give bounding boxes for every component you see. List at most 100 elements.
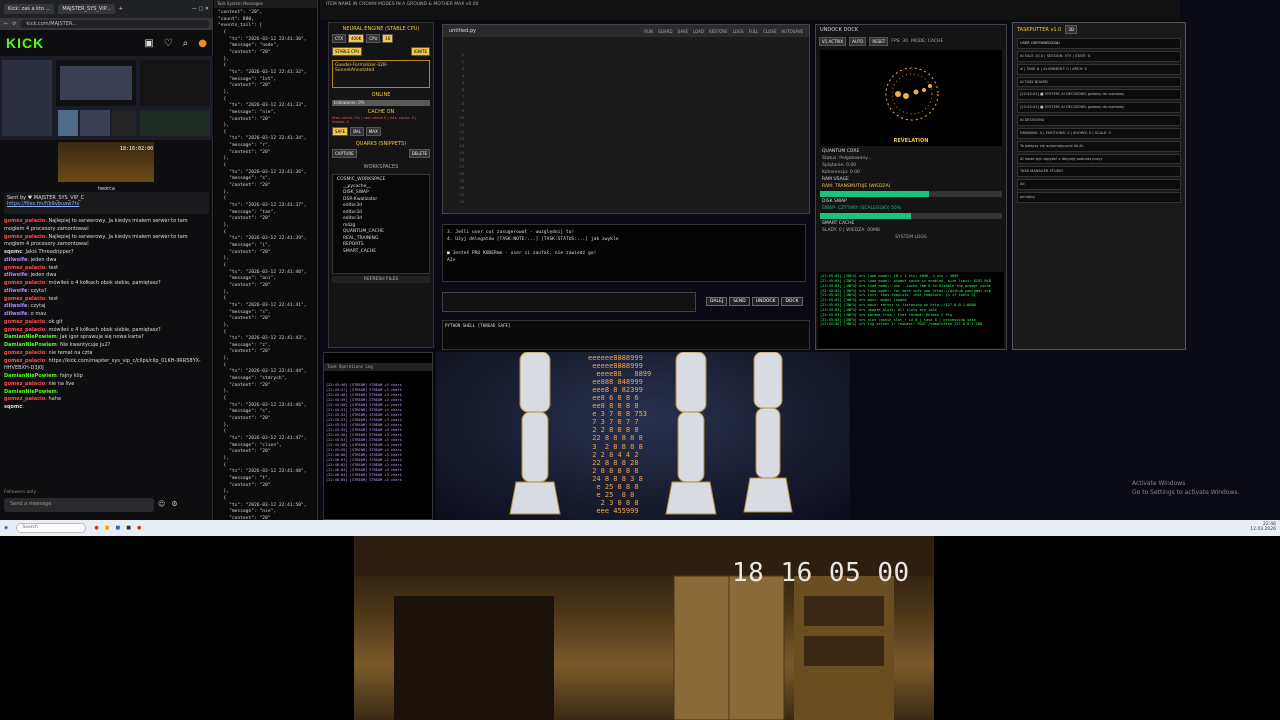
stable-cpu-button[interactable]: STABLE CPU bbox=[332, 47, 363, 56]
taskputter-user-alert: USER ODPOWIEDZIAŁ! bbox=[1017, 38, 1181, 49]
taskputter-row[interactable]: TASK MANAGER STUDIO bbox=[1017, 166, 1181, 178]
undock-button[interactable]: UNDOCK bbox=[751, 297, 780, 306]
chat-username[interactable]: gomez_palacio bbox=[4, 358, 45, 364]
refresh-files-button[interactable]: REFRESH FILES bbox=[332, 276, 430, 283]
editor-file-tab[interactable]: untitled.py bbox=[449, 28, 476, 34]
chat-username[interactable]: zlilwolfe bbox=[4, 311, 27, 317]
emoji-icon[interactable]: ☺ bbox=[158, 500, 165, 508]
taskputter-3d-badge[interactable]: 3D bbox=[1065, 25, 1077, 34]
terminal-icon[interactable]: ■ bbox=[126, 525, 131, 531]
ignite-button[interactable]: IGNITE bbox=[410, 47, 430, 56]
taskputter-row[interactable]: To połączy się automatycznie do AI bbox=[1017, 140, 1181, 152]
editor-menu-item[interactable]: SAVE bbox=[678, 29, 688, 34]
chat-username[interactable]: zlilwolfe bbox=[4, 272, 27, 278]
ai-prompt-input[interactable] bbox=[442, 292, 696, 312]
chat-username[interactable]: gomez_palacio bbox=[4, 396, 45, 402]
heart-icon[interactable]: ♡ bbox=[164, 38, 173, 49]
send-button[interactable]: SEND bbox=[729, 297, 750, 306]
kick-logo[interactable]: KICK bbox=[6, 35, 44, 51]
chat-username[interactable]: sqomc bbox=[4, 404, 22, 410]
taskputter-row[interactable]: All bbox=[1017, 179, 1181, 191]
back-icon[interactable]: ← bbox=[4, 21, 8, 27]
pinned-link[interactable]: https://files.fm/f/b9vbuaw7tv bbox=[7, 201, 79, 207]
search-icon[interactable]: ⌕ bbox=[183, 38, 189, 49]
editor-tabbar: untitled.py RUN GUARD SAVE LOAD RESTORE LOGS F… bbox=[443, 25, 809, 37]
taskputter-row[interactable]: AI TASK BOARD bbox=[1017, 76, 1181, 88]
app-icon[interactable]: ■ bbox=[115, 525, 120, 531]
dock-button[interactable]: DOCK bbox=[781, 297, 803, 306]
reset-button[interactable]: RESET bbox=[869, 37, 889, 46]
chat-username[interactable]: gomez_palacio bbox=[4, 327, 45, 333]
chat-username[interactable]: sqomc bbox=[4, 249, 22, 255]
chat-username[interactable]: gomez_palacio bbox=[4, 265, 45, 271]
chat-username[interactable]: DamianNiePowiem bbox=[4, 334, 57, 340]
chat-username[interactable]: zlilwolfe bbox=[4, 288, 27, 294]
editor-menu-item[interactable]: AUTOSAVE bbox=[781, 29, 803, 34]
chip-ctx-value[interactable]: 400K bbox=[347, 34, 365, 43]
delete-button[interactable]: DELETE bbox=[408, 149, 430, 158]
editor-menu-item[interactable]: FULL bbox=[749, 29, 759, 34]
taskbar-search[interactable]: Search bbox=[16, 523, 87, 533]
mode-bal[interactable]: BAL bbox=[350, 127, 364, 136]
taskputter-row[interactable]: AI może być zapytać o decyzję podczas pr… bbox=[1017, 153, 1181, 165]
chat-username[interactable]: gomez_palacio bbox=[4, 319, 45, 325]
new-tab-icon[interactable]: + bbox=[119, 6, 123, 12]
taskputter-row[interactable]: [22:45:01] ■ SYSTEM: AI DECISIONS: gotow… bbox=[1017, 89, 1181, 101]
chat-username[interactable]: zlilwolfe bbox=[4, 257, 27, 263]
chat-message: zlilwolfe: czyta? bbox=[4, 287, 47, 294]
auto-toggle[interactable]: AUTO bbox=[849, 37, 867, 46]
chat-username[interactable]: DamianNiePowiem bbox=[4, 389, 57, 395]
dalej-button[interactable]: DALEJ bbox=[706, 297, 728, 306]
chat-username[interactable]: gomez_palacio bbox=[4, 350, 45, 356]
taskputter-row[interactable]: pending bbox=[1017, 192, 1181, 203]
editor-menu-item[interactable]: CLOSE bbox=[763, 29, 776, 34]
avatar[interactable]: ● bbox=[198, 38, 207, 49]
taskputter-row[interactable]: [22:45:02] ■ SYSTEM: AI DECISIONS: gotow… bbox=[1017, 102, 1181, 114]
dock-header[interactable]: UNDOCK DOCK bbox=[816, 25, 1006, 35]
chip-cpu-value[interactable]: 16 bbox=[382, 34, 394, 43]
browser-tab-1[interactable]: Kick: zaś a kto ... bbox=[4, 4, 55, 14]
chat-username[interactable]: gomez_palacio bbox=[4, 296, 45, 302]
reload-icon[interactable]: ⟳ bbox=[12, 21, 16, 27]
editor-menu-item[interactable]: RUN bbox=[644, 29, 653, 34]
chat-input[interactable]: Send a message bbox=[4, 498, 154, 512]
library-icon[interactable]: ▣ bbox=[144, 38, 153, 49]
stream-preview[interactable] bbox=[0, 56, 213, 140]
window-controls-icon[interactable]: — ▢ ✕ bbox=[192, 6, 209, 12]
record-icon[interactable]: ● bbox=[137, 525, 141, 531]
editor-menu-item[interactable]: LOGS bbox=[733, 29, 744, 34]
python-shell[interactable]: PYTHON SHELL [THREAD SAFE] bbox=[442, 320, 810, 350]
mode-max[interactable]: MAX bbox=[365, 127, 381, 136]
taskputter-row[interactable]: AI DECISIONS bbox=[1017, 115, 1181, 126]
chat-settings-icon[interactable]: ⚙ bbox=[171, 500, 177, 508]
chat-username[interactable]: DamianNiePowiem bbox=[4, 342, 57, 348]
chip-ctx[interactable]: CTX bbox=[332, 34, 346, 43]
capture-button[interactable]: CAPTURE bbox=[332, 149, 357, 158]
actrix-select[interactable]: V1 ACTRIX bbox=[819, 37, 847, 46]
pinned-message[interactable]: Sent by ♥ MAJSTER_SYS_VIP_C https://file… bbox=[4, 192, 209, 214]
chat-username[interactable]: gomez_palacio bbox=[4, 381, 45, 387]
taskbar-clock[interactable]: 22:46 12.03.2026 bbox=[1250, 522, 1276, 533]
mode-safe[interactable]: SAFE bbox=[332, 127, 349, 136]
chat-username[interactable]: zlilwolfe bbox=[4, 303, 27, 309]
chat-message: gomez_palacio: Najlepiej to serwerowy, J… bbox=[4, 218, 188, 232]
chat-username[interactable]: gomez_palacio bbox=[4, 234, 45, 240]
explorer-icon[interactable]: ■ bbox=[105, 525, 110, 531]
taskputter-row[interactable]: # | TASK # | ALIGNMENT: 0 | ARCH: 0 bbox=[1017, 63, 1181, 75]
chrome-icon[interactable]: ● bbox=[94, 525, 98, 531]
chat-username[interactable]: gomez_palacio bbox=[4, 280, 45, 286]
model-select[interactable]: Goedel-Formalizer-32B-SonnetAnnotated bbox=[332, 60, 430, 88]
browser-tab-2[interactable]: MAJSTER_SYS_VIP... bbox=[58, 4, 115, 14]
editor-menu-item[interactable]: RESTORE bbox=[709, 29, 728, 34]
taskputter-row[interactable]: AI SALT: 20.0 | SESSION: 5TY | STATE: 0 bbox=[1017, 50, 1181, 62]
taskputter-row[interactable]: DRAWING: 0 | EMOTIONS: 0 | SHOWS: 0 | SC… bbox=[1017, 127, 1181, 139]
workspace-tree-item[interactable]: SMART_CACHE bbox=[337, 249, 425, 256]
chip-cpu[interactable]: CPU bbox=[366, 34, 381, 43]
editor-menu-item[interactable]: GUARD bbox=[658, 29, 673, 34]
start-icon[interactable]: ◉ bbox=[4, 525, 8, 531]
chat-username[interactable]: DamianNiePowiem bbox=[4, 373, 57, 379]
app-top-menu[interactable]: ITEM NAME IN CROWN MODES IN A GROUND & M… bbox=[320, 0, 1180, 20]
url-field[interactable]: kick.com/MAJSTER... bbox=[20, 20, 209, 28]
chat-username[interactable]: gomez_palacio bbox=[4, 218, 45, 224]
editor-menu-item[interactable]: LOAD bbox=[693, 29, 704, 34]
